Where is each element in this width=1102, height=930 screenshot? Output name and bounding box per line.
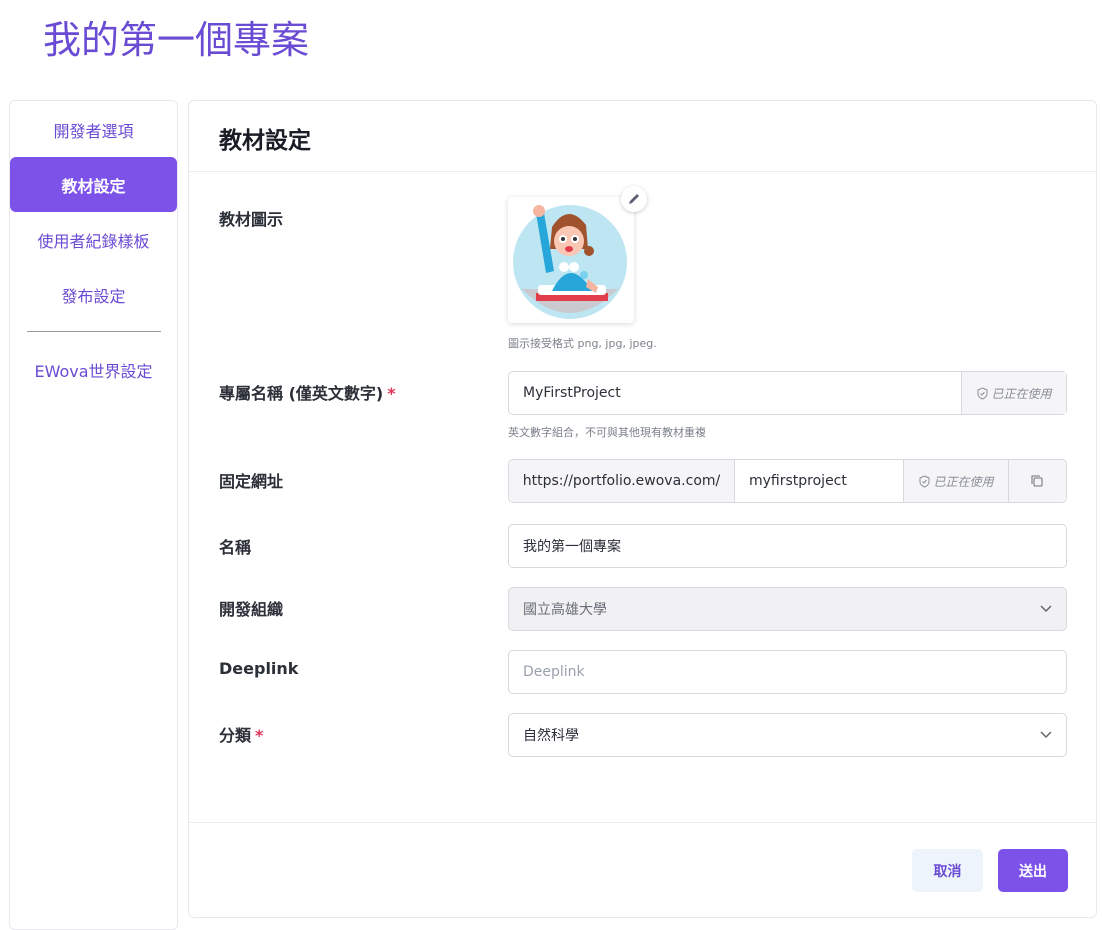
edit-icon-button[interactable] [621,186,647,212]
chevron-down-icon [1026,731,1066,739]
sidebar-item-user-record-template[interactable]: 使用者紀錄樣板 [10,212,177,267]
slug-field: MyFirstProject 已正在使用 [508,371,1067,415]
shield-check-icon [919,474,930,488]
slug-status: 已正在使用 [961,372,1066,414]
name-input[interactable]: 我的第一個專案 [509,536,1066,556]
pencil-icon [629,194,639,204]
sidebar-item-ewova-world-settings[interactable]: EWova世界設定 [10,342,177,397]
org-label: 開發組織 [219,600,284,619]
sidebar: 開發者選項 教材設定 使用者紀錄樣板 發布設定 EWova世界設定 [9,100,178,930]
copy-url-button[interactable] [1008,460,1066,502]
sidebar-divider [27,331,161,332]
category-select[interactable]: 自然科學 [508,713,1067,757]
url-status-text: 已正在使用 [933,474,994,489]
url-status: 已正在使用 [903,460,1008,502]
required-mark: * [387,384,396,403]
sidebar-item-developer-options[interactable]: 開發者選項 [10,102,177,157]
url-field: https://portfolio.ewova.com/ myfirstproj… [508,459,1067,503]
child-waving-illustration [513,205,627,319]
slug-input[interactable]: MyFirstProject [509,385,961,401]
url-prefix: https://portfolio.ewova.com/ [509,460,735,502]
icon-label: 教材圖示 [219,210,284,229]
chevron-down-icon [1026,605,1066,613]
required-mark: * [255,726,264,745]
org-value: 國立高雄大學 [523,602,607,618]
deeplink-field[interactable]: Deeplink [508,650,1067,694]
slug-hint: 英文數字組合，不可與其他現有教材重複 [508,426,706,439]
org-select: 國立高雄大學 [508,587,1067,631]
deeplink-label: Deeplink [219,659,299,678]
slug-label-text: 專屬名稱 (僅英文數字) [219,384,384,403]
category-label-text: 分類 [219,726,252,745]
settings-card: 教材設定 教材圖示 圖示接受格式 png, jpg, jpeg. 專屬名稱 (僅… [188,100,1097,918]
icon-format-hint: 圖示接受格式 png, jpg, jpeg. [508,337,657,350]
category-value: 自然科學 [523,728,579,744]
url-label: 固定網址 [219,472,284,491]
cancel-button[interactable]: 取消 [912,849,983,892]
card-title: 教材設定 [219,128,311,154]
material-icon-image[interactable] [508,197,634,323]
url-slug-input[interactable]: myfirstproject [735,473,903,489]
name-label: 名稱 [219,538,252,557]
deeplink-input[interactable]: Deeplink [509,664,1066,680]
category-label: 分類 * [219,722,263,746]
slug-label: 專屬名稱 (僅英文數字) * [219,380,396,404]
sidebar-item-material-settings[interactable]: 教材設定 [10,157,177,212]
shield-check-icon [977,386,988,400]
slug-status-text: 已正在使用 [991,386,1052,401]
name-field[interactable]: 我的第一個專案 [508,524,1067,568]
submit-button[interactable]: 送出 [998,849,1068,892]
card-header: 教材設定 [189,101,1096,172]
page-title: 我的第一個專案 [43,18,310,62]
copy-icon [1031,475,1042,487]
sidebar-item-publish-settings[interactable]: 發布設定 [10,267,177,322]
card-footer-divider [189,822,1096,823]
